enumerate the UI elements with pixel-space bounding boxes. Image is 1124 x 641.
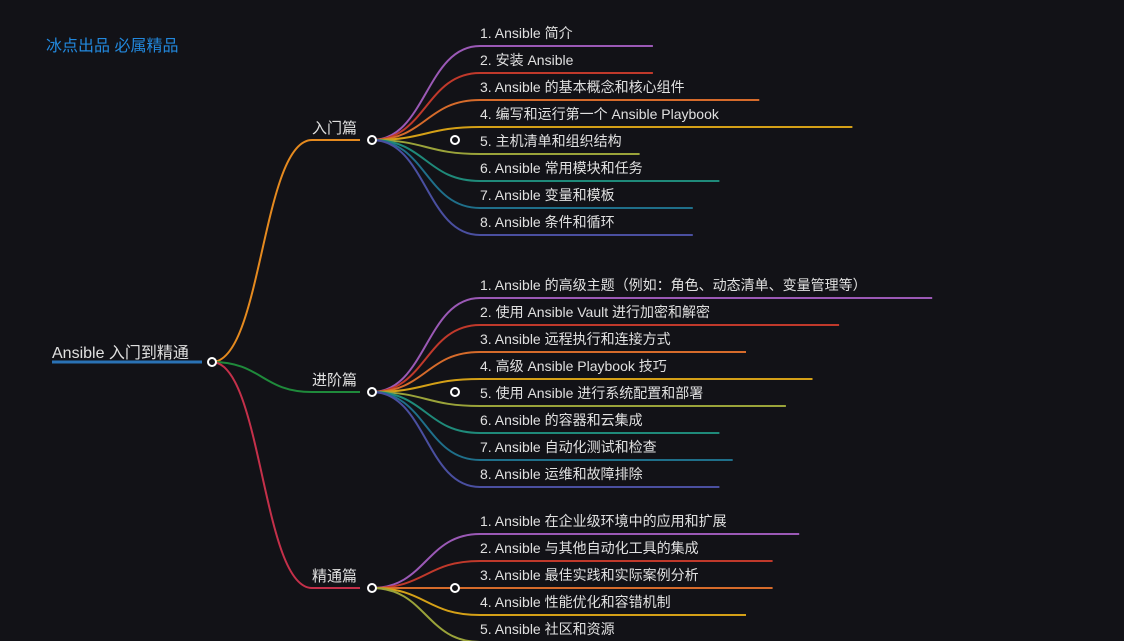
leaf-intro-5[interactable]: 6. Ansible 常用模块和任务 <box>480 158 643 178</box>
leaf-intro-7[interactable]: 8. Ansible 条件和循环 <box>480 212 615 232</box>
leaf-master-4[interactable]: 5. Ansible 社区和资源 <box>480 619 615 639</box>
section-master[interactable]: 精通篇 <box>312 565 357 586</box>
leaf-advanced-2[interactable]: 3. Ansible 远程执行和连接方式 <box>480 329 671 349</box>
leaf-advanced-3[interactable]: 4. 高级 Ansible Playbook 技巧 <box>480 356 667 376</box>
leaf-intro-2[interactable]: 3. Ansible 的基本概念和核心组件 <box>480 77 685 97</box>
section-advanced[interactable]: 进阶篇 <box>312 369 357 390</box>
leaf-advanced-1[interactable]: 2. 使用 Ansible Vault 进行加密和解密 <box>480 302 710 322</box>
leaf-advanced-4[interactable]: 5. 使用 Ansible 进行系统配置和部署 <box>480 383 703 403</box>
node-dot <box>367 583 377 593</box>
node-dot <box>450 135 460 145</box>
section-intro[interactable]: 入门篇 <box>312 117 357 138</box>
leaf-intro-6[interactable]: 7. Ansible 变量和模板 <box>480 185 615 205</box>
leaf-advanced-7[interactable]: 8. Ansible 运维和故障排除 <box>480 464 643 484</box>
node-dot <box>367 135 377 145</box>
root-node[interactable]: Ansible 入门到精通 <box>52 339 189 363</box>
leaf-intro-1[interactable]: 2. 安装 Ansible <box>480 50 573 70</box>
leaf-intro-0[interactable]: 1. Ansible 简介 <box>480 23 573 43</box>
leaf-intro-3[interactable]: 4. 编写和运行第一个 Ansible Playbook <box>480 104 719 124</box>
leaf-intro-4[interactable]: 5. 主机清单和组织结构 <box>480 131 622 151</box>
leaf-master-0[interactable]: 1. Ansible 在企业级环境中的应用和扩展 <box>480 511 727 531</box>
node-dot <box>450 583 460 593</box>
node-dot <box>207 357 217 367</box>
leaf-advanced-5[interactable]: 6. Ansible 的容器和云集成 <box>480 410 643 430</box>
leaf-master-2[interactable]: 3. Ansible 最佳实践和实际案例分析 <box>480 565 699 585</box>
leaf-advanced-6[interactable]: 7. Ansible 自动化测试和检查 <box>480 437 657 457</box>
node-dot <box>450 387 460 397</box>
node-dot <box>367 387 377 397</box>
leaf-master-3[interactable]: 4. Ansible 性能优化和容错机制 <box>480 592 671 612</box>
leaf-master-1[interactable]: 2. Ansible 与其他自动化工具的集成 <box>480 538 699 558</box>
leaf-advanced-0[interactable]: 1. Ansible 的高级主题（例如：角色、动态清单、变量管理等） <box>480 275 867 295</box>
